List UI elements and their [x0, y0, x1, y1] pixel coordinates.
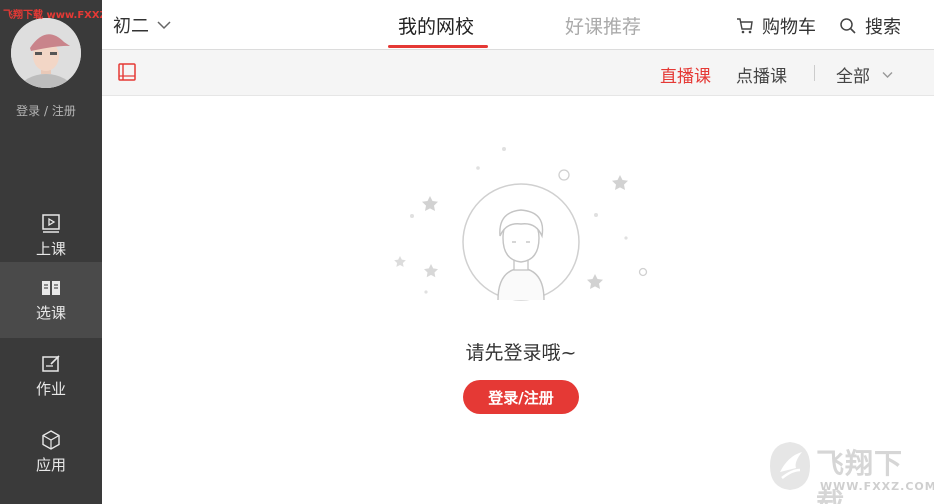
filter-live[interactable]: 直播课 — [660, 62, 711, 87]
chevron-down-icon — [157, 21, 171, 30]
search-label: 搜索 — [865, 17, 901, 38]
grade-label: 初二 — [113, 16, 149, 37]
sidebar-login-link[interactable]: 登录 / 注册 — [0, 102, 92, 119]
filter-bar: 直播课 点播课 全部 — [102, 50, 934, 96]
search-icon — [840, 18, 856, 34]
login-register-button[interactable]: 登录/注册 — [463, 380, 579, 414]
grade-selector[interactable]: 初二 — [113, 12, 171, 38]
user-avatar-icon — [11, 18, 81, 88]
play-lesson-icon — [42, 214, 60, 233]
empty-state-illustration — [394, 147, 648, 301]
filter-vod[interactable]: 点播课 — [736, 62, 787, 87]
watermark-brand: 飞翔下载 — [816, 447, 904, 504]
watermark-logo: 飞翔下载 WWW.FXXZ.COM — [766, 440, 934, 504]
shopping-cart-icon — [737, 18, 753, 34]
filter-scope-label: 全部 — [836, 67, 870, 87]
notebook-icon[interactable] — [117, 62, 137, 82]
search-button[interactable]: 搜索 — [839, 13, 901, 39]
tab-recommended[interactable]: 好课推荐 — [565, 12, 641, 39]
sidebar-item-label: 选课 — [35, 304, 66, 322]
book-open-icon — [42, 281, 60, 295]
homework-edit-icon — [42, 355, 60, 372]
sidebar-item-label: 上课 — [35, 240, 66, 258]
top-bar: 初二 我的网校 好课推荐 购物车 搜索 — [102, 0, 934, 50]
cube-app-icon — [42, 430, 60, 450]
cart-button[interactable]: 购物车 — [736, 13, 816, 39]
avatar[interactable] — [11, 18, 81, 88]
filter-divider — [814, 65, 815, 81]
app-window: 登录 / 注册 上课 选课 作业 应用 飞翔下载 www.FXXZ.com 初二… — [0, 0, 934, 504]
active-tab-indicator — [388, 45, 488, 48]
chevron-down-icon — [882, 71, 893, 78]
watermark-logo-icon — [770, 442, 810, 490]
sidebar-item-label: 应用 — [35, 456, 66, 474]
sidebar: 登录 / 注册 上课 选课 作业 应用 — [0, 0, 102, 504]
login-prompt-message: 请先登录哦~ — [465, 342, 577, 364]
sidebar-item-label: 作业 — [35, 380, 66, 398]
filter-scope-dropdown[interactable]: 全部 — [836, 62, 893, 87]
watermark-url: WWW.FXXZ.COM — [820, 480, 934, 493]
sidebar-item-homework[interactable]: 作业 — [0, 338, 102, 414]
tab-my-school[interactable]: 我的网校 — [398, 12, 474, 39]
cart-label: 购物车 — [762, 17, 816, 38]
sidebar-item-apps[interactable]: 应用 — [0, 414, 102, 490]
sidebar-item-courses[interactable]: 选课 — [0, 262, 102, 338]
